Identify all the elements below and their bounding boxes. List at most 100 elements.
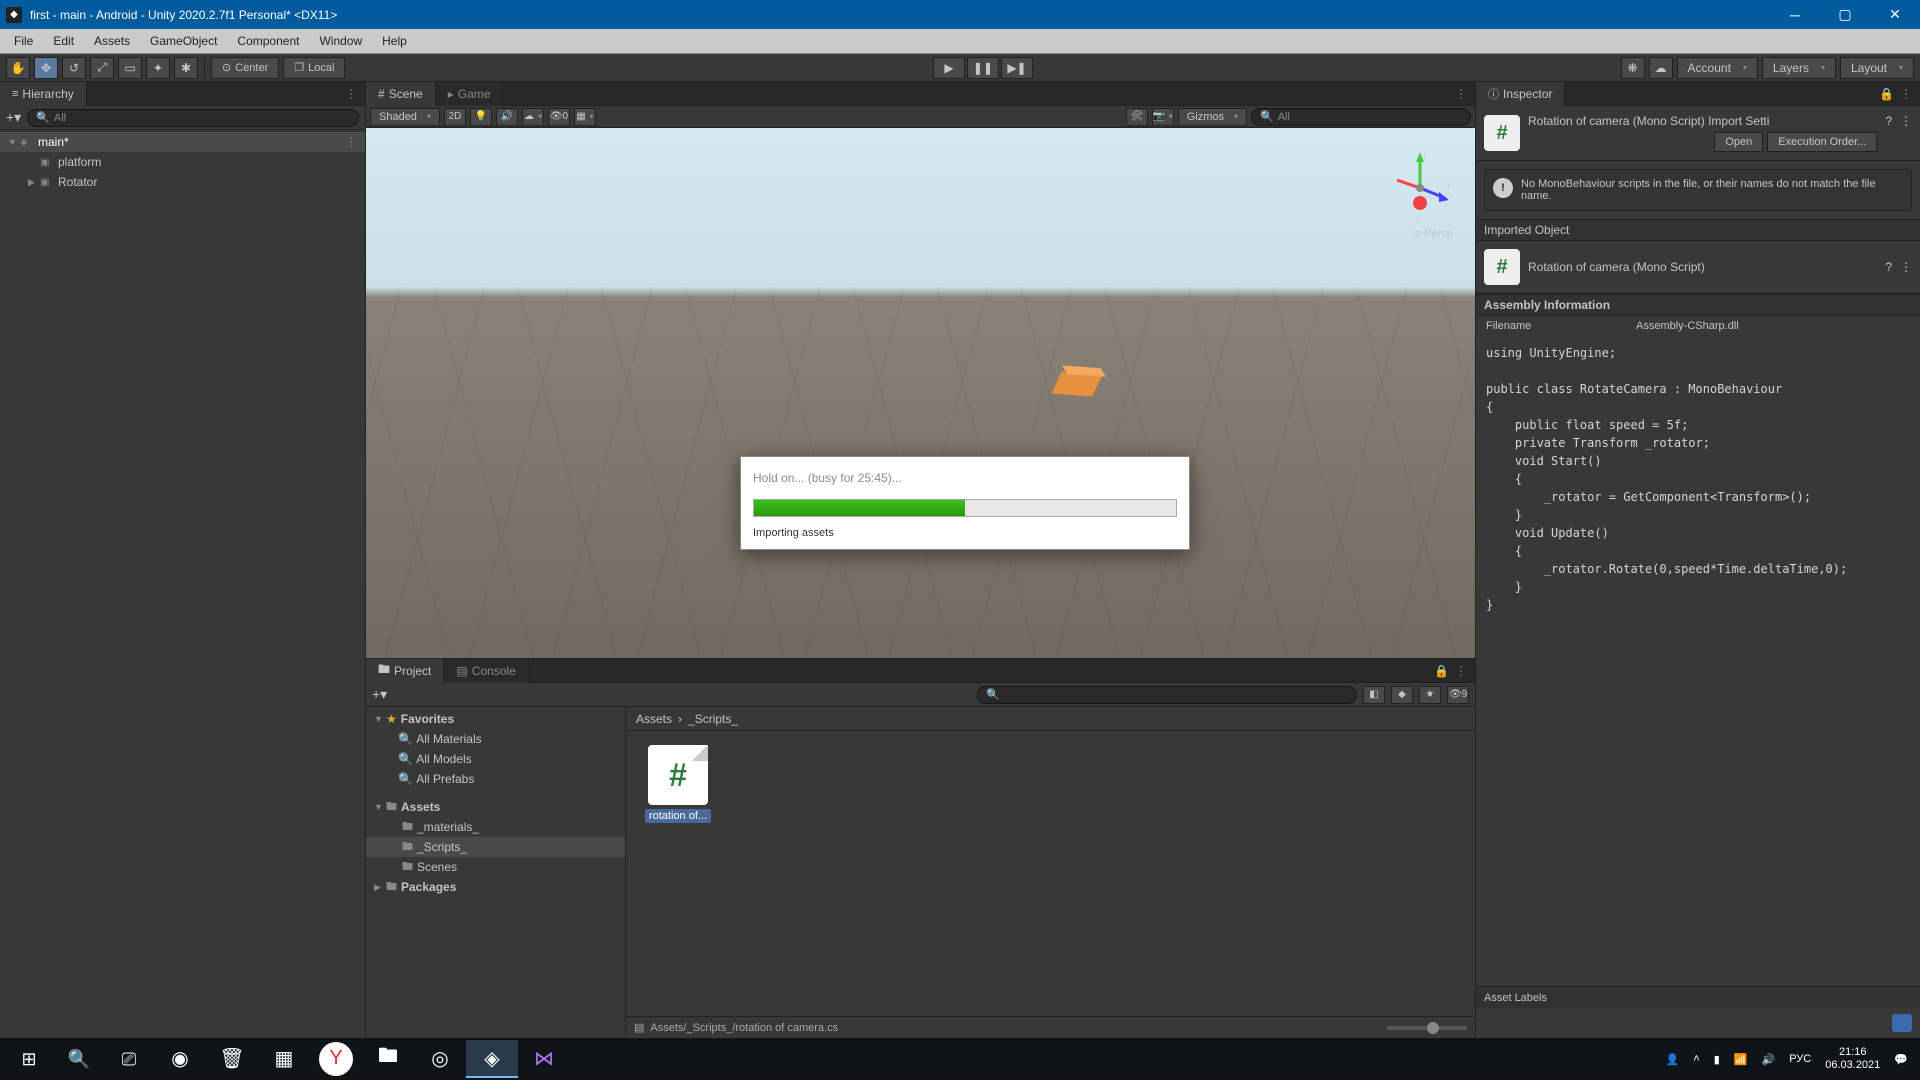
fx-toggle[interactable]: ☁ [522,108,544,126]
lock-icon[interactable]: 🔒 [1434,664,1449,678]
scale-tool-button[interactable]: ⤢ [90,57,114,79]
grid-toggle[interactable]: ▦ [574,108,596,126]
breadcrumb-scripts[interactable]: _Scripts_ [688,712,738,726]
hierarchy-item-rotator[interactable]: ▶ ▣ Rotator [0,172,365,192]
menu-file[interactable]: File [4,31,43,51]
menu-edit[interactable]: Edit [43,31,84,51]
scene-row[interactable]: ▼ ◈ main* ⋮ [0,132,365,152]
rotate-tool-button[interactable]: ↺ [62,57,86,79]
packages-folder[interactable]: ▶🖿Packages [366,877,625,897]
favorite-all-materials[interactable]: 🔍 All Materials [366,729,625,749]
minimize-button[interactable]: ─ [1770,0,1820,29]
hidden-packages[interactable]: 👁9 [1447,686,1469,704]
play-button[interactable]: ▶ [933,57,965,79]
custom-tool-button[interactable]: ✱ [174,57,198,79]
account-dropdown[interactable]: Account [1677,57,1758,79]
favorite-all-models[interactable]: 🔍 All Models [366,749,625,769]
shading-mode-dropdown[interactable]: Shaded [370,108,440,126]
game-tab[interactable]: ▸Game [436,82,504,106]
project-panel-menu[interactable]: 🔒 ⋮ [1426,664,1475,678]
taskbar-app-3[interactable]: ▦ [258,1040,310,1078]
handle-space-toggle[interactable]: ❐Local [283,57,345,79]
tray-wifi-icon[interactable]: 📶 [1734,1053,1748,1066]
create-dropdown[interactable]: +▾ [6,109,21,126]
open-script-button[interactable]: Open [1714,132,1763,152]
scene-search[interactable]: 🔍All [1251,108,1471,126]
toggle-2d-button[interactable]: 2D [444,108,466,126]
inspector-tab[interactable]: ⓘInspector [1476,82,1565,106]
maximize-button[interactable]: ▢ [1820,0,1870,29]
taskbar-app-vs[interactable]: ⋈ [518,1040,570,1078]
folder-scripts[interactable]: 🖿_Scripts_ [366,837,625,857]
help-icon[interactable]: ? [1885,114,1892,128]
tray-volume-icon[interactable]: 🔊 [1762,1053,1776,1066]
pause-button[interactable]: ❚❚ [967,57,999,79]
filter-by-type[interactable]: ◧ [1363,686,1385,704]
tray-clock[interactable]: 21:16 06.03.2021 [1825,1046,1880,1072]
rect-tool-button[interactable]: ▭ [118,57,142,79]
help-icon[interactable]: ? [1885,260,1892,274]
search-button[interactable]: 🔍 [54,1038,104,1080]
scene-menu-icon[interactable]: ⋮ [345,135,365,149]
execution-order-button[interactable]: Execution Order... [1767,132,1877,152]
menu-icon[interactable]: ⋮ [1900,260,1912,274]
hierarchy-item-platform[interactable]: ▣ platform [0,152,365,172]
asset-label-icon[interactable] [1892,1014,1912,1032]
lock-icon[interactable]: 🔒 [1879,87,1894,101]
gizmos-dropdown[interactable]: Gizmos [1178,108,1247,126]
save-search[interactable]: ★ [1419,686,1441,704]
console-tab[interactable]: ▤Console [444,659,528,683]
menu-window[interactable]: Window [309,31,372,51]
filter-by-label[interactable]: ◆ [1391,686,1413,704]
asset-rotation-script[interactable]: # rotation of... [640,745,716,823]
hierarchy-panel-menu[interactable]: ⋮ [337,87,365,101]
taskbar-app-unity[interactable]: ◈ [466,1040,518,1078]
hierarchy-tab[interactable]: ≡Hierarchy [0,82,87,106]
tray-expand-icon[interactable]: ˄ [1693,1053,1699,1065]
thumbnail-size-slider[interactable] [1387,1026,1467,1030]
scene-viewport[interactable]: z x y ≡ Persp [366,128,1475,658]
favorites-header[interactable]: ▼★Favorites [366,709,625,729]
task-view-button[interactable]: ⎚ [104,1038,154,1080]
folder-scenes[interactable]: 🖿Scenes [366,857,625,877]
menu-icon[interactable]: ⋮ [1900,114,1912,128]
taskbar-app-edge[interactable]: ◎ [414,1040,466,1078]
hierarchy-search[interactable]: 🔍All [27,109,359,127]
project-search[interactable]: 🔍 [977,686,1357,704]
favorite-all-prefabs[interactable]: 🔍 All Prefabs [366,769,625,789]
menu-component[interactable]: Component [227,31,309,51]
taskbar-app-1[interactable]: ◉ [154,1040,206,1078]
tray-battery-icon[interactable]: ▮ [1714,1053,1720,1066]
collab-icon[interactable]: ❋ [1621,57,1645,79]
taskbar-app-2[interactable]: 🗑 [206,1040,258,1078]
expand-arrow-icon[interactable]: ▶ [28,177,40,188]
scene-tab[interactable]: #Scene [366,82,436,106]
audio-toggle[interactable]: 🔊 [496,108,518,126]
menu-help[interactable]: Help [372,31,417,51]
layers-dropdown[interactable]: Layers [1762,57,1836,79]
menu-assets[interactable]: Assets [84,31,140,51]
hidden-objects[interactable]: 👁0 [548,108,570,126]
pivot-mode-toggle[interactable]: ⊙Center [211,57,279,79]
tools-button[interactable]: 🛠 [1126,108,1148,126]
taskbar-app-explorer[interactable]: 🖿 [362,1040,414,1078]
transform-tool-button[interactable]: ✦ [146,57,170,79]
start-button[interactable]: ⊞ [4,1038,54,1080]
move-tool-button[interactable]: ✥ [34,57,58,79]
folder-materials[interactable]: 🖿_materials_ [366,817,625,837]
layout-dropdown[interactable]: Layout [1840,57,1914,79]
assets-folder[interactable]: ▼🖿Assets [366,797,625,817]
hand-tool-button[interactable]: ✋ [6,57,30,79]
cloud-icon[interactable]: ☁ [1649,57,1673,79]
orientation-gizmo[interactable]: z x y [1385,148,1455,228]
camera-dropdown[interactable]: 📷 [1152,108,1174,126]
create-asset-dropdown[interactable]: +▾ [372,686,387,703]
taskbar-app-browser[interactable]: Y [319,1042,353,1076]
project-tab[interactable]: 🖿Project [366,659,444,683]
lighting-toggle[interactable]: 💡 [470,108,492,126]
projection-label[interactable]: ≡ Persp [1415,228,1453,240]
breadcrumb-assets[interactable]: Assets [636,712,672,726]
tray-language[interactable]: РУС [1789,1053,1811,1065]
menu-gameobject[interactable]: GameObject [140,31,227,51]
close-button[interactable]: ✕ [1870,0,1920,29]
